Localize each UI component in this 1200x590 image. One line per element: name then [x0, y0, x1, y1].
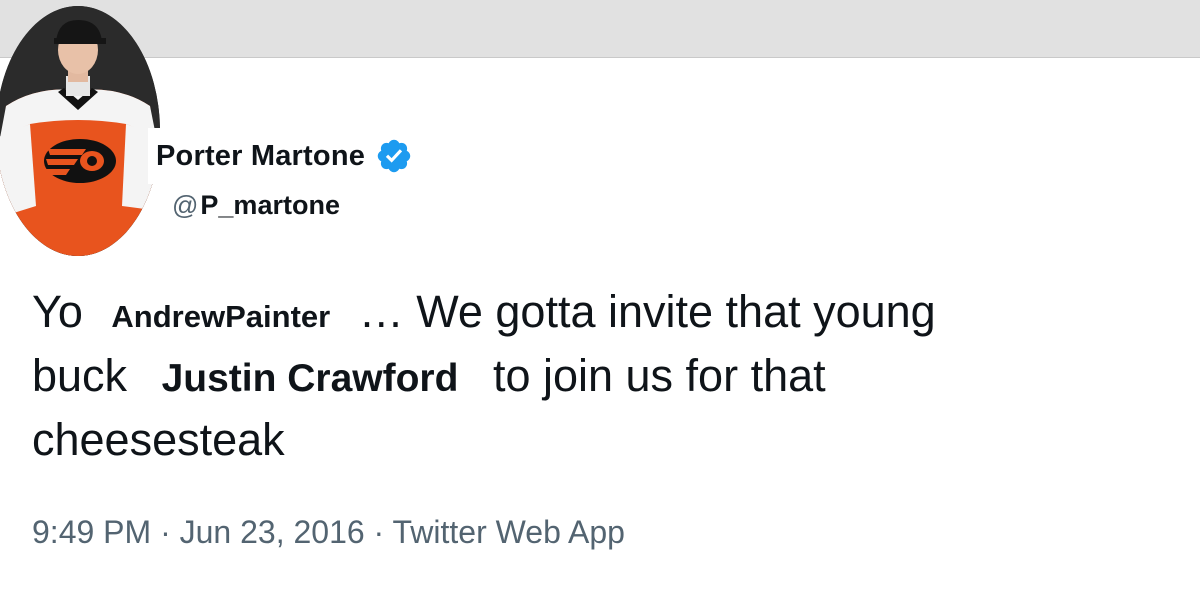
- avatar[interactable]: [0, 6, 160, 256]
- tweet-text-segment: … We gotta invite that young: [346, 286, 936, 337]
- tweet-text-segment: to join us for that: [480, 350, 826, 401]
- tweet-line-1: Yo AndrewPainter … We gotta invite that …: [32, 280, 1182, 349]
- mention-justin-crawford[interactable]: Justin Crawford: [139, 347, 481, 411]
- handle-name[interactable]: P_martone: [200, 190, 340, 221]
- top-bar: [0, 0, 1200, 58]
- tweet-timestamp-source[interactable]: 9:49 PM · Jun 23, 2016 · Twitter Web App: [32, 514, 625, 551]
- mention-andrew-painter[interactable]: AndrewPainter: [95, 285, 347, 349]
- tweet-text-segment: buck: [32, 350, 140, 401]
- author-name-block[interactable]: Porter Martone: [148, 128, 424, 184]
- author-handle[interactable]: @ P_martone: [172, 190, 340, 221]
- tweet-text: Yo AndrewPainter … We gotta invite that …: [32, 280, 1182, 472]
- hockey-player-avatar-icon: [0, 6, 160, 256]
- tweet-line-3: cheesesteak: [32, 408, 1182, 472]
- author-display-name[interactable]: Porter Martone: [156, 140, 365, 173]
- tweet-line-2: buck Justin Crawford to join us for that: [32, 344, 1182, 411]
- tweet-text-segment: Yo: [32, 286, 96, 337]
- handle-at-symbol: @: [172, 190, 199, 220]
- verified-badge-icon: [377, 139, 411, 173]
- tweet-text-segment: cheesesteak: [32, 414, 285, 465]
